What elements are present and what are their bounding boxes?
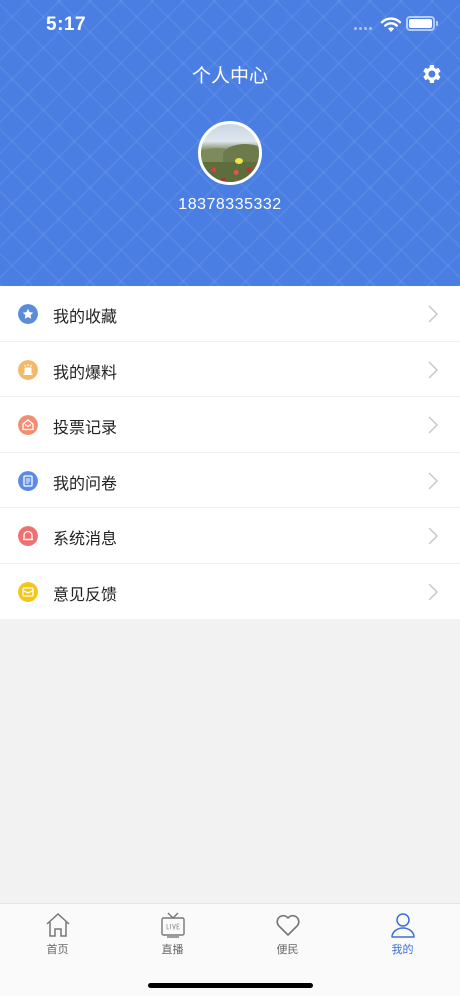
- menu-label: 意见反馈: [53, 586, 118, 604]
- chevron-right-icon: [428, 582, 439, 601]
- menu-label: 我的收藏: [53, 309, 118, 326]
- status-time: 5:17: [46, 14, 87, 35]
- menu-label: 我的爆料: [53, 364, 118, 382]
- settings-gear-icon[interactable]: [419, 62, 443, 86]
- heart-icon: [276, 914, 300, 936]
- signal-icon: [354, 27, 374, 32]
- menu-label: 系统消息: [53, 531, 118, 548]
- chevron-right-icon: [428, 471, 439, 490]
- ballot-icon: [18, 415, 38, 435]
- bell-icon: [18, 526, 38, 546]
- tab-live[interactable]: 直播: [115, 904, 230, 964]
- person-icon: [391, 913, 415, 938]
- user-phone-number: 18378335332: [178, 196, 282, 213]
- home-icon: [46, 912, 70, 937]
- star-icon: [18, 304, 38, 324]
- menu-label: 投票记录: [53, 420, 118, 437]
- bottom-tab-bar: 首页 直播 便民 我的: [0, 903, 460, 996]
- chevron-right-icon: [428, 527, 439, 545]
- profile-header: 5:17 个人中心 18378335332: [0, 0, 460, 286]
- tv-icon: [161, 912, 185, 938]
- menu-item-system-messages[interactable]: 系统消息: [0, 508, 460, 564]
- home-indicator: [148, 983, 313, 988]
- profile-menu: 我的收藏 我的爆料 投票记录 我的问卷 系统消息 意见反馈: [0, 286, 460, 619]
- battery-icon: [406, 16, 438, 31]
- megaphone-icon: [18, 359, 38, 380]
- wifi-icon: [380, 17, 402, 32]
- chevron-right-icon: [428, 360, 439, 379]
- page-title: 个人中心: [191, 66, 268, 87]
- tab-label: 我的: [391, 944, 414, 956]
- chevron-right-icon: [428, 305, 439, 323]
- tab-convenience[interactable]: 便民: [230, 904, 345, 964]
- tab-label: 首页: [46, 944, 69, 956]
- status-bar: 5:17: [0, 0, 460, 50]
- menu-item-favorites[interactable]: 我的收藏: [0, 286, 460, 342]
- avatar[interactable]: [198, 121, 262, 185]
- document-icon: [18, 470, 38, 491]
- menu-label: 我的问卷: [53, 475, 118, 493]
- tab-label: 便民: [276, 944, 299, 956]
- chevron-right-icon: [428, 416, 439, 434]
- menu-item-tipoffs[interactable]: 我的爆料: [0, 342, 460, 397]
- tab-home[interactable]: 首页: [0, 904, 115, 964]
- tab-mine[interactable]: 我的: [345, 904, 460, 964]
- menu-item-questionnaires[interactable]: 我的问卷: [0, 453, 460, 508]
- tab-label: 直播: [161, 944, 184, 956]
- menu-item-feedback[interactable]: 意见反馈: [0, 564, 460, 620]
- menu-item-vote-records[interactable]: 投票记录: [0, 397, 460, 453]
- feedback-icon: [18, 581, 38, 602]
